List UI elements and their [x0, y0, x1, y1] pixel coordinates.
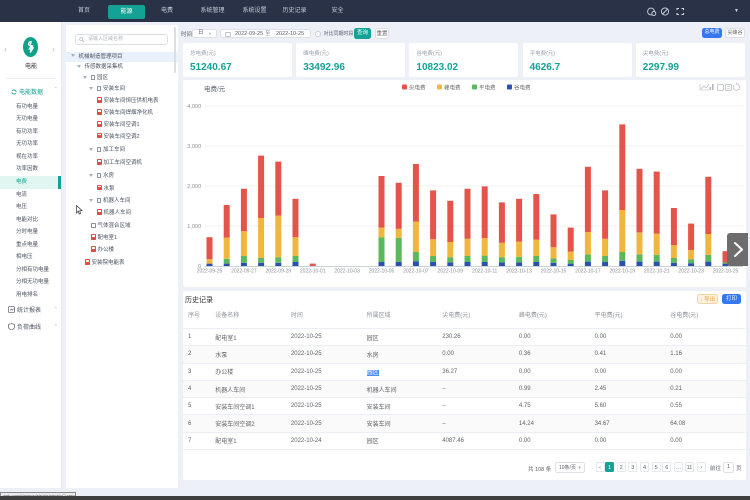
- svg-text:1,000: 1,000: [187, 224, 201, 230]
- svg-text:2,000: 2,000: [187, 184, 201, 190]
- svg-text:尖电费: 尖电费: [409, 84, 426, 92]
- svg-text:谷电费: 谷电费: [514, 84, 531, 92]
- svg-text:2022-10-03: 2022-10-03: [334, 269, 360, 275]
- svg-text:2022-10-11: 2022-10-11: [472, 269, 497, 275]
- svg-text:峰电费: 峰电费: [444, 84, 461, 92]
- svg-text:2022-09-25: 2022-09-25: [197, 269, 223, 275]
- svg-text:2022-09-29: 2022-09-29: [266, 269, 292, 275]
- svg-text:2022-10-19: 2022-10-19: [610, 269, 636, 275]
- svg-text:2022-10-25: 2022-10-25: [713, 269, 739, 275]
- svg-text:2022-10-23: 2022-10-23: [678, 269, 704, 275]
- svg-text:4,000: 4,000: [187, 104, 201, 110]
- svg-text:2022-10-21: 2022-10-21: [644, 269, 670, 275]
- svg-text:3,000: 3,000: [187, 144, 201, 150]
- svg-text:2022-10-01: 2022-10-01: [300, 269, 326, 275]
- svg-text:2022-09-27: 2022-09-27: [231, 269, 257, 275]
- svg-text:2022-10-09: 2022-10-09: [438, 269, 464, 275]
- svg-text:2022-10-07: 2022-10-07: [403, 269, 429, 275]
- svg-text:2022-10-05: 2022-10-05: [369, 269, 395, 275]
- svg-text:2022-10-17: 2022-10-17: [575, 269, 601, 275]
- svg-text:平电费: 平电费: [479, 84, 496, 92]
- svg-text:2022-10-15: 2022-10-15: [541, 269, 567, 275]
- svg-text:2022-10-13: 2022-10-13: [506, 269, 532, 275]
- svg-text:电费/元: 电费/元: [204, 84, 226, 93]
